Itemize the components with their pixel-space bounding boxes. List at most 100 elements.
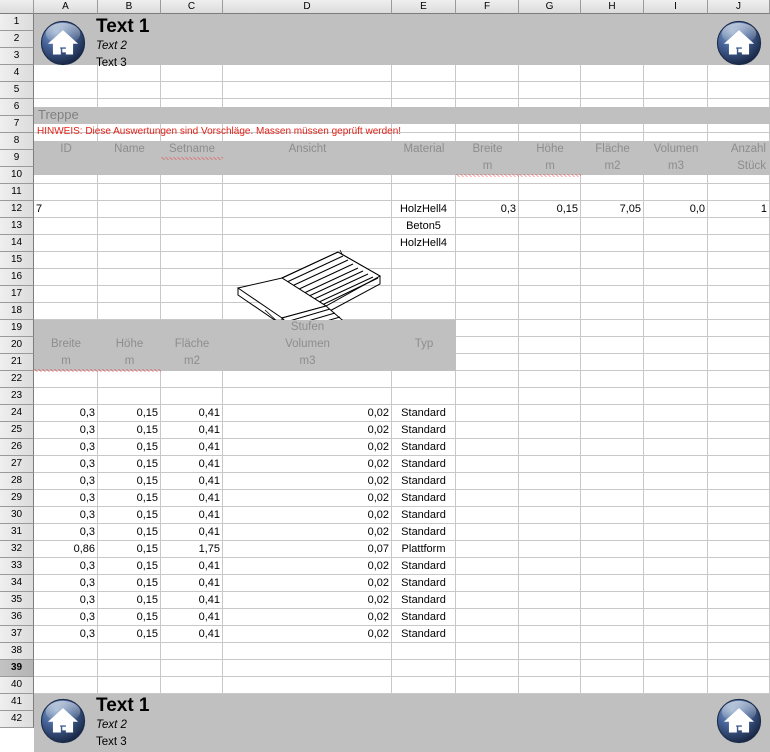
grid-cell[interactable] bbox=[708, 388, 770, 405]
steps-cell-flaeche[interactable]: 0,41 bbox=[161, 473, 223, 490]
steps-cell-breite[interactable]: 0,3 bbox=[34, 592, 98, 609]
steps-cell-flaeche[interactable]: 0,41 bbox=[161, 592, 223, 609]
row-header-33[interactable]: 33 bbox=[0, 558, 34, 575]
grid-cell[interactable] bbox=[392, 303, 456, 320]
grid-cell[interactable] bbox=[161, 218, 223, 235]
steps-cell-flaeche[interactable]: 0,41 bbox=[161, 405, 223, 422]
steps-cell-breite[interactable]: 0,3 bbox=[34, 626, 98, 643]
row-header-10[interactable]: 10 bbox=[0, 167, 34, 184]
grid-cell[interactable] bbox=[161, 184, 223, 201]
grid-cell[interactable] bbox=[581, 184, 644, 201]
grid-cell[interactable] bbox=[456, 405, 519, 422]
grid-cell[interactable] bbox=[581, 677, 644, 694]
steps-cell-volumen[interactable]: 0,02 bbox=[223, 439, 392, 456]
grid-cell[interactable] bbox=[34, 643, 98, 660]
grid-cell[interactable] bbox=[708, 65, 770, 82]
grid-cell[interactable] bbox=[98, 252, 161, 269]
grid-cell[interactable] bbox=[644, 286, 708, 303]
grid-cell[interactable] bbox=[708, 252, 770, 269]
grid-cell[interactable] bbox=[392, 252, 456, 269]
steps-cell-hoehe[interactable]: 0,15 bbox=[98, 592, 161, 609]
grid-cell[interactable] bbox=[708, 405, 770, 422]
column-header-d[interactable]: D bbox=[223, 0, 392, 14]
grid-cell[interactable] bbox=[708, 558, 770, 575]
grid-cell[interactable] bbox=[456, 626, 519, 643]
column-header-j[interactable]: J bbox=[708, 0, 770, 14]
grid-cell[interactable] bbox=[98, 82, 161, 99]
steps-cell-flaeche[interactable]: 1,75 bbox=[161, 541, 223, 558]
grid-cell[interactable] bbox=[98, 677, 161, 694]
grid-cell[interactable] bbox=[519, 490, 581, 507]
grid-cell[interactable] bbox=[644, 320, 708, 337]
grid-cell[interactable] bbox=[708, 439, 770, 456]
grid-cell[interactable] bbox=[161, 660, 223, 677]
steps-cell-typ[interactable]: Standard bbox=[392, 609, 456, 626]
grid-cell[interactable] bbox=[519, 65, 581, 82]
home-icon[interactable] bbox=[40, 698, 86, 744]
grid-cell[interactable] bbox=[519, 643, 581, 660]
grid-cell[interactable] bbox=[98, 269, 161, 286]
grid-cell[interactable] bbox=[708, 592, 770, 609]
grid-cell[interactable] bbox=[644, 456, 708, 473]
grid-cell[interactable] bbox=[644, 660, 708, 677]
cell-i13-volumen[interactable]: 0,0 bbox=[644, 201, 708, 218]
grid-cell[interactable] bbox=[581, 218, 644, 235]
grid-cell[interactable] bbox=[34, 82, 98, 99]
grid-cell[interactable] bbox=[708, 269, 770, 286]
grid-cell[interactable] bbox=[98, 218, 161, 235]
steps-cell-flaeche[interactable]: 0,41 bbox=[161, 626, 223, 643]
grid-cell[interactable] bbox=[581, 354, 644, 371]
steps-cell-volumen[interactable]: 0,02 bbox=[223, 473, 392, 490]
grid-area[interactable]: Text 1 Text 2 Text 3 Treppe HINWEIS: Die… bbox=[34, 14, 770, 752]
grid-cell[interactable] bbox=[581, 235, 644, 252]
steps-cell-flaeche[interactable]: 0,41 bbox=[161, 575, 223, 592]
steps-cell-volumen[interactable]: 0,02 bbox=[223, 524, 392, 541]
grid-cell[interactable] bbox=[519, 456, 581, 473]
row-header-28[interactable]: 28 bbox=[0, 473, 34, 490]
grid-cell[interactable] bbox=[98, 660, 161, 677]
grid-cell[interactable] bbox=[708, 218, 770, 235]
grid-cell[interactable] bbox=[34, 660, 98, 677]
grid-cell[interactable] bbox=[581, 490, 644, 507]
cell-a13-id[interactable]: 7 bbox=[34, 201, 98, 218]
steps-cell-typ[interactable]: Standard bbox=[392, 626, 456, 643]
column-header-i[interactable]: I bbox=[644, 0, 708, 14]
grid-cell[interactable] bbox=[456, 473, 519, 490]
grid-cell[interactable] bbox=[223, 660, 392, 677]
grid-cell[interactable] bbox=[519, 609, 581, 626]
grid-cell[interactable] bbox=[581, 269, 644, 286]
grid-cell[interactable] bbox=[581, 575, 644, 592]
grid-cell[interactable] bbox=[98, 235, 161, 252]
row-header-21[interactable]: 21 bbox=[0, 354, 34, 371]
grid-cell[interactable] bbox=[456, 609, 519, 626]
grid-cell[interactable] bbox=[223, 388, 392, 405]
grid-cell[interactable] bbox=[644, 609, 708, 626]
grid-cell[interactable] bbox=[392, 643, 456, 660]
steps-cell-hoehe[interactable]: 0,15 bbox=[98, 473, 161, 490]
grid-cell[interactable] bbox=[644, 677, 708, 694]
steps-cell-flaeche[interactable]: 0,41 bbox=[161, 490, 223, 507]
steps-cell-breite[interactable]: 0,3 bbox=[34, 456, 98, 473]
grid-cell[interactable] bbox=[708, 320, 770, 337]
grid-cell[interactable] bbox=[708, 184, 770, 201]
grid-cell[interactable] bbox=[161, 65, 223, 82]
steps-cell-typ[interactable]: Standard bbox=[392, 422, 456, 439]
cell-j13-anzahl[interactable]: 1 bbox=[708, 201, 770, 218]
steps-cell-flaeche[interactable]: 0,41 bbox=[161, 558, 223, 575]
grid-cell[interactable] bbox=[644, 252, 708, 269]
grid-cell[interactable] bbox=[644, 184, 708, 201]
grid-cell[interactable] bbox=[708, 643, 770, 660]
grid-cell[interactable] bbox=[644, 524, 708, 541]
grid-cell[interactable] bbox=[581, 252, 644, 269]
grid-cell[interactable] bbox=[708, 303, 770, 320]
grid-cell[interactable] bbox=[392, 286, 456, 303]
steps-cell-breite[interactable]: 0,86 bbox=[34, 541, 98, 558]
steps-cell-typ[interactable]: Standard bbox=[392, 507, 456, 524]
grid-cell[interactable] bbox=[519, 252, 581, 269]
grid-cell[interactable] bbox=[98, 371, 161, 388]
row-header-26[interactable]: 26 bbox=[0, 439, 34, 456]
steps-cell-volumen[interactable]: 0,02 bbox=[223, 507, 392, 524]
grid-cell[interactable] bbox=[34, 218, 98, 235]
grid-cell[interactable] bbox=[708, 337, 770, 354]
grid-cell[interactable] bbox=[519, 337, 581, 354]
